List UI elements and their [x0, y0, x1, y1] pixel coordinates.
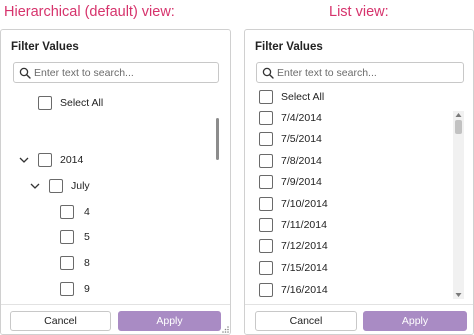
- apply-button[interactable]: Apply: [363, 311, 467, 331]
- search-input[interactable]: [277, 64, 459, 81]
- list-item[interactable]: 7/16/2014: [259, 280, 328, 300]
- day-label: 4: [84, 206, 90, 218]
- scroll-down-arrow-icon[interactable]: [455, 292, 462, 298]
- item-label: 7/11/2014: [281, 219, 327, 231]
- item-checkbox[interactable]: [259, 111, 273, 125]
- month-checkbox[interactable]: [49, 179, 63, 193]
- list-item[interactable]: 7/5/2014: [259, 129, 322, 149]
- chevron-down-icon[interactable]: [18, 154, 30, 166]
- chevron-down-icon[interactable]: [29, 180, 41, 192]
- list-item[interactable]: 7/4/2014: [259, 108, 322, 128]
- item-label: 7/8/2014: [281, 155, 322, 167]
- year-label: 2014: [60, 154, 84, 166]
- cancel-button[interactable]: Cancel: [10, 311, 111, 331]
- list-item[interactable]: 7/11/2014: [259, 215, 327, 235]
- day-checkbox[interactable]: [60, 282, 74, 296]
- day-checkbox[interactable]: [60, 230, 74, 244]
- panel-footer: Cancel Apply: [1, 304, 230, 334]
- select-all-row[interactable]: Select All: [38, 93, 103, 113]
- item-label: 7/9/2014: [281, 176, 322, 188]
- search-input[interactable]: [34, 64, 214, 81]
- list-view-caption: List view:: [329, 4, 389, 20]
- list-item[interactable]: 7/12/2014: [259, 236, 328, 256]
- tree-node-year[interactable]: 2014: [38, 150, 83, 170]
- list-item[interactable]: 7/10/2014: [259, 194, 328, 214]
- apply-button[interactable]: Apply: [118, 311, 221, 331]
- scroll-thumb[interactable]: [216, 118, 219, 160]
- day-label: 9: [84, 283, 90, 295]
- item-label: 7/4/2014: [281, 112, 322, 124]
- scroll-up-arrow-icon[interactable]: [455, 112, 462, 118]
- resize-grip-icon[interactable]: [221, 325, 229, 333]
- scrollbar[interactable]: [453, 111, 464, 299]
- scrollbar[interactable]: [215, 118, 220, 304]
- list-filter-panel: Filter Values Select All 7/4/2014 7/5/20…: [244, 29, 474, 335]
- item-checkbox[interactable]: [259, 175, 273, 189]
- item-label: 7/12/2014: [281, 240, 328, 252]
- search-icon: [262, 67, 274, 79]
- select-all-row[interactable]: Select All: [259, 87, 324, 107]
- item-checkbox[interactable]: [259, 283, 273, 297]
- item-checkbox[interactable]: [259, 261, 273, 275]
- list-item[interactable]: 7/15/2014: [259, 258, 328, 278]
- search-box[interactable]: [256, 62, 464, 83]
- select-all-checkbox[interactable]: [259, 90, 273, 104]
- panel-title: Filter Values: [255, 41, 323, 53]
- cancel-button[interactable]: Cancel: [255, 311, 357, 331]
- search-box[interactable]: [13, 62, 219, 83]
- select-all-checkbox[interactable]: [38, 96, 52, 110]
- day-label: 8: [84, 257, 90, 269]
- hierarchical-view-caption: Hierarchical (default) view:: [4, 4, 175, 20]
- tree-node-month[interactable]: July: [49, 176, 90, 196]
- item-checkbox[interactable]: [259, 239, 273, 253]
- item-label: 7/10/2014: [281, 198, 328, 210]
- list-item[interactable]: 7/9/2014: [259, 172, 322, 192]
- list-item[interactable]: 7/8/2014: [259, 151, 322, 171]
- panel-title: Filter Values: [11, 41, 79, 53]
- scroll-thumb[interactable]: [455, 120, 462, 134]
- search-icon: [19, 67, 31, 79]
- month-label: July: [71, 180, 90, 192]
- select-all-label: Select All: [281, 91, 325, 103]
- hierarchical-filter-panel: Filter Values Select All 2014 July 4 5 8: [0, 29, 231, 335]
- day-checkbox[interactable]: [60, 256, 74, 270]
- tree-node-day[interactable]: 4: [60, 202, 90, 222]
- item-label: 7/5/2014: [281, 133, 322, 145]
- item-label: 7/16/2014: [281, 284, 328, 296]
- panel-footer: Cancel Apply: [245, 304, 473, 334]
- day-checkbox[interactable]: [60, 205, 74, 219]
- tree-node-day[interactable]: 8: [60, 253, 90, 273]
- select-all-label: Select All: [60, 97, 104, 109]
- item-checkbox[interactable]: [259, 197, 273, 211]
- item-checkbox[interactable]: [259, 154, 273, 168]
- item-checkbox[interactable]: [259, 218, 273, 232]
- item-checkbox[interactable]: [259, 132, 273, 146]
- tree-node-day[interactable]: 9: [60, 279, 90, 299]
- year-checkbox[interactable]: [38, 153, 52, 167]
- item-label: 7/15/2014: [281, 262, 328, 274]
- tree-node-day[interactable]: 5: [60, 227, 90, 247]
- day-label: 5: [84, 231, 90, 243]
